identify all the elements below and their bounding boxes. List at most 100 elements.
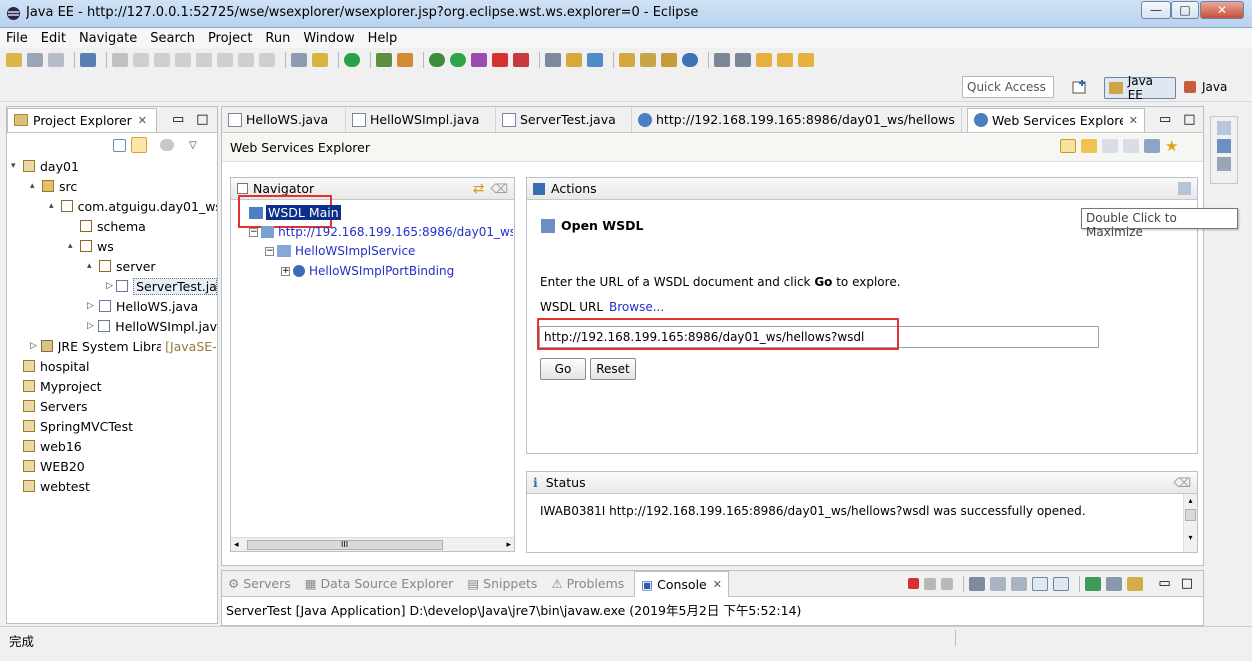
- menu-edit[interactable]: Edit: [41, 31, 66, 46]
- favorites-icon[interactable]: ★: [1165, 139, 1181, 154]
- maximize-view-icon[interactable]: □: [1183, 112, 1195, 127]
- terminate-icon[interactable]: [908, 578, 920, 589]
- nav-item-service[interactable]: − HelloWSImplService: [265, 244, 415, 258]
- tree-item[interactable]: ▴ src: [11, 176, 217, 196]
- open-perspective-icon[interactable]: [1072, 79, 1088, 95]
- save-icon[interactable]: [27, 53, 43, 67]
- tab-snippets[interactable]: ▤ Snippets: [467, 576, 537, 591]
- tree-item[interactable]: hospital: [11, 356, 217, 376]
- save-all-icon[interactable]: [48, 53, 64, 67]
- open-task-icon[interactable]: [640, 53, 656, 67]
- word-wrap-icon[interactable]: [1011, 576, 1028, 591]
- nav-item-wsdl-main[interactable]: WSDL Main: [249, 205, 341, 220]
- toggle-mark-icon[interactable]: [291, 53, 307, 67]
- close-icon[interactable]: ✕: [138, 114, 147, 127]
- new-server-icon[interactable]: [376, 53, 392, 67]
- expand-toggle-icon[interactable]: ▷: [87, 321, 96, 331]
- coverage-icon[interactable]: [471, 53, 487, 67]
- minimize-view-icon[interactable]: ▭: [172, 112, 184, 127]
- link-with-editor-icon[interactable]: [131, 137, 147, 153]
- tab-console[interactable]: ▣ Console ✕: [634, 570, 729, 597]
- expand-toggle-icon[interactable]: ▷: [106, 281, 114, 291]
- refresh-icon[interactable]: ⇄: [473, 181, 485, 197]
- scroll-up-icon[interactable]: ▴: [1184, 496, 1197, 505]
- filters-icon[interactable]: [160, 139, 174, 151]
- external-tools-icon[interactable]: [513, 53, 529, 67]
- debug-icon[interactable]: [429, 53, 445, 67]
- go-button[interactable]: Go: [540, 358, 586, 380]
- tree-item[interactable]: ▷ HelloWSImpl.java: [11, 316, 217, 336]
- tree-item[interactable]: ▴ com.atguigu.day01_ws: [11, 196, 217, 216]
- scroll-down-icon[interactable]: ▾: [1184, 533, 1197, 542]
- expand-toggle-icon[interactable]: ▴: [49, 201, 59, 211]
- status-vscrollbar[interactable]: ▴ ▾: [1183, 494, 1197, 552]
- tree-item[interactable]: ▴ server: [11, 256, 217, 276]
- step-return-icon[interactable]: [259, 53, 275, 67]
- wsil-page-icon[interactable]: [1123, 139, 1139, 153]
- maximize-view-icon[interactable]: □: [196, 112, 208, 127]
- back-icon[interactable]: [1060, 139, 1076, 153]
- nav-item-wsdl-url[interactable]: − http://192.168.199.165:8986/day01_ws/h: [249, 225, 513, 239]
- tree-item[interactable]: schema: [11, 216, 217, 236]
- show-stderr-icon[interactable]: [1053, 576, 1070, 591]
- maximize-view-icon[interactable]: □: [1181, 576, 1193, 591]
- scroll-left-icon[interactable]: ◂: [234, 540, 239, 550]
- server-start-icon[interactable]: [344, 53, 360, 67]
- tab-project-explorer[interactable]: Project Explorer ✕: [7, 107, 157, 132]
- expand-toggle-icon[interactable]: ▴: [30, 181, 40, 191]
- display-console-icon[interactable]: [1106, 576, 1123, 591]
- step-into-icon[interactable]: [217, 53, 233, 67]
- expand-toggle-icon[interactable]: ▾: [11, 161, 21, 171]
- expand-toggle-icon[interactable]: ▴: [68, 241, 78, 251]
- tab-data-source-explorer[interactable]: ▦ Data Source Explorer: [305, 576, 454, 591]
- stop-icon[interactable]: [492, 53, 508, 67]
- tree-item[interactable]: WEB20: [11, 456, 217, 476]
- tree-item[interactable]: ▷ JRE System Library[JavaSE-1: [11, 336, 217, 356]
- wsdl-page-icon[interactable]: [1144, 139, 1160, 153]
- scroll-right-icon[interactable]: ▸: [506, 540, 511, 550]
- tab-web-services-explorer[interactable]: Web Services Explorer ✕: [967, 107, 1145, 132]
- remove-launch-icon[interactable]: [924, 577, 937, 590]
- maximize-frame-icon[interactable]: [1178, 182, 1191, 195]
- collapse-icon[interactable]: −: [265, 246, 274, 256]
- minimize-button[interactable]: —: [1141, 1, 1171, 19]
- tree-item[interactable]: ▾ day01: [11, 156, 217, 176]
- web-service-icon[interactable]: [397, 53, 413, 67]
- tab-wsdl-url[interactable]: http://192.168.199.165:8986/day01_ws/hel…: [632, 107, 962, 132]
- tree-item[interactable]: Myproject: [11, 376, 217, 396]
- maximize-button[interactable]: □: [1171, 1, 1199, 19]
- reset-button[interactable]: Reset: [590, 358, 636, 380]
- new-icon[interactable]: [6, 53, 22, 67]
- previous-annotation-icon[interactable]: [735, 53, 751, 67]
- globe-icon[interactable]: [682, 53, 698, 67]
- back-icon[interactable]: [777, 53, 793, 67]
- tree-item[interactable]: web16: [11, 436, 217, 456]
- task-list-icon[interactable]: [1217, 157, 1231, 171]
- open-folder-icon[interactable]: [619, 53, 635, 67]
- resume-icon[interactable]: [133, 53, 149, 67]
- expand-icon[interactable]: +: [281, 266, 290, 276]
- tab-problems[interactable]: ⚠ Problems: [551, 576, 624, 591]
- menu-file[interactable]: File: [6, 31, 28, 46]
- terminate-icon[interactable]: [175, 53, 191, 67]
- suspend-icon[interactable]: [154, 53, 170, 67]
- expand-toggle-icon[interactable]: ▷: [30, 341, 39, 351]
- open-type-icon[interactable]: [312, 53, 328, 67]
- nav-item-binding[interactable]: + HelloWSImplPortBinding: [281, 264, 454, 278]
- pin-console-icon[interactable]: [1085, 576, 1102, 591]
- skip-breakpoints-icon[interactable]: [112, 53, 128, 67]
- forward-icon[interactable]: [1081, 139, 1097, 153]
- tab-hellows-java[interactable]: HelloWS.java: [222, 107, 346, 132]
- clear-icon[interactable]: ⌫: [490, 181, 508, 196]
- tree-item[interactable]: webtest: [11, 476, 217, 496]
- new-java-project-icon[interactable]: [545, 53, 561, 67]
- collapse-all-icon[interactable]: [113, 138, 126, 152]
- uddi-page-icon[interactable]: [1102, 139, 1118, 153]
- show-stdout-icon[interactable]: [1032, 576, 1049, 591]
- minimize-view-icon[interactable]: ▭: [1158, 576, 1170, 591]
- open-console-icon[interactable]: [1127, 576, 1144, 591]
- view-menu-icon[interactable]: ▽: [189, 140, 197, 151]
- browse-link[interactable]: Browse...: [609, 300, 664, 314]
- run-icon[interactable]: [450, 53, 466, 67]
- scroll-thumb[interactable]: [1185, 509, 1196, 521]
